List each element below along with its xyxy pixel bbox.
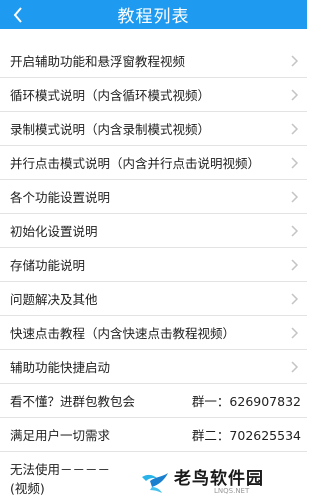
list-item[interactable]: 问题解决及其他 [0, 282, 307, 316]
list-item[interactable]: 开启辅助功能和悬浮窗教程视频 [0, 44, 307, 78]
list-item[interactable]: 快速点击教程（内含快速点击教程视频） [0, 316, 307, 350]
list-item-label: 快速点击教程（内含快速点击教程视频） [10, 326, 236, 341]
chevron-right-icon [291, 190, 299, 203]
chevron-right-icon [291, 224, 299, 237]
list-item[interactable]: 各个功能设置说明 [0, 180, 307, 214]
list-item[interactable]: 循环模式说明（内含循环模式视频） [0, 78, 307, 112]
tutorial-list: 开启辅助功能和悬浮窗教程视频 循环模式说明（内含循环模式视频） 录制模式说明（内… [0, 44, 307, 452]
list-item-label: 初始化设置说明 [10, 224, 98, 239]
list-item-label: 无法使用－－－－(视频) [10, 462, 111, 496]
list-item-label: 存储功能说明 [10, 258, 86, 273]
list-item[interactable]: 存储功能说明 [0, 248, 307, 282]
list-item[interactable]: 并行点击模式说明（内含并行点击说明视频） [0, 146, 307, 180]
group-info-label: 满足用户一切需求 [10, 428, 111, 443]
chevron-right-icon [291, 292, 299, 305]
chevron-left-icon [13, 6, 22, 23]
chevron-right-icon [291, 326, 299, 339]
list-item-label: 开启辅助功能和悬浮窗教程视频 [10, 54, 186, 69]
list-item-label: 循环模式说明（内含循环模式视频） [10, 88, 211, 103]
list-item[interactable]: 辅助功能快捷启动 [0, 350, 307, 384]
group-number[interactable]: 群一：626907832 [192, 391, 301, 410]
watermark-title: 老鸟软件园 [174, 469, 264, 489]
list-item-label: 并行点击模式说明（内含并行点击说明视频） [10, 156, 261, 171]
list-item-label: 辅助功能快捷启动 [10, 360, 111, 375]
list-item[interactable]: 录制模式说明（内含录制模式视频） [0, 112, 307, 146]
watermark-subtitle: LNQS.NET [214, 487, 250, 495]
header-bar: 教程列表 [0, 0, 307, 29]
list-item-label: 录制模式说明（内含录制模式视频） [10, 122, 211, 137]
list-item-label: 各个功能设置说明 [10, 190, 111, 205]
watermark: 老鸟软件园 LNQS.NET [140, 459, 307, 500]
page-title: 教程列表 [117, 7, 190, 27]
bird-logo-icon [142, 472, 168, 493]
chevron-right-icon [291, 54, 299, 67]
group-number[interactable]: 群二：702625534 [192, 425, 301, 444]
group-info-row: 满足用户一切需求 群二：702625534 [0, 418, 307, 452]
group-info-row: 看不懂？进群包教包会 群一：626907832 [0, 384, 307, 418]
chevron-right-icon [291, 258, 299, 271]
chevron-right-icon [291, 88, 299, 101]
list-item-label: 问题解决及其他 [10, 292, 98, 307]
chevron-right-icon [291, 156, 299, 169]
chevron-right-icon [291, 360, 299, 373]
back-button[interactable] [6, 0, 30, 29]
chevron-right-icon [291, 122, 299, 135]
list-item[interactable]: 初始化设置说明 [0, 214, 307, 248]
group-info-label: 看不懂？进群包教包会 [10, 394, 136, 409]
